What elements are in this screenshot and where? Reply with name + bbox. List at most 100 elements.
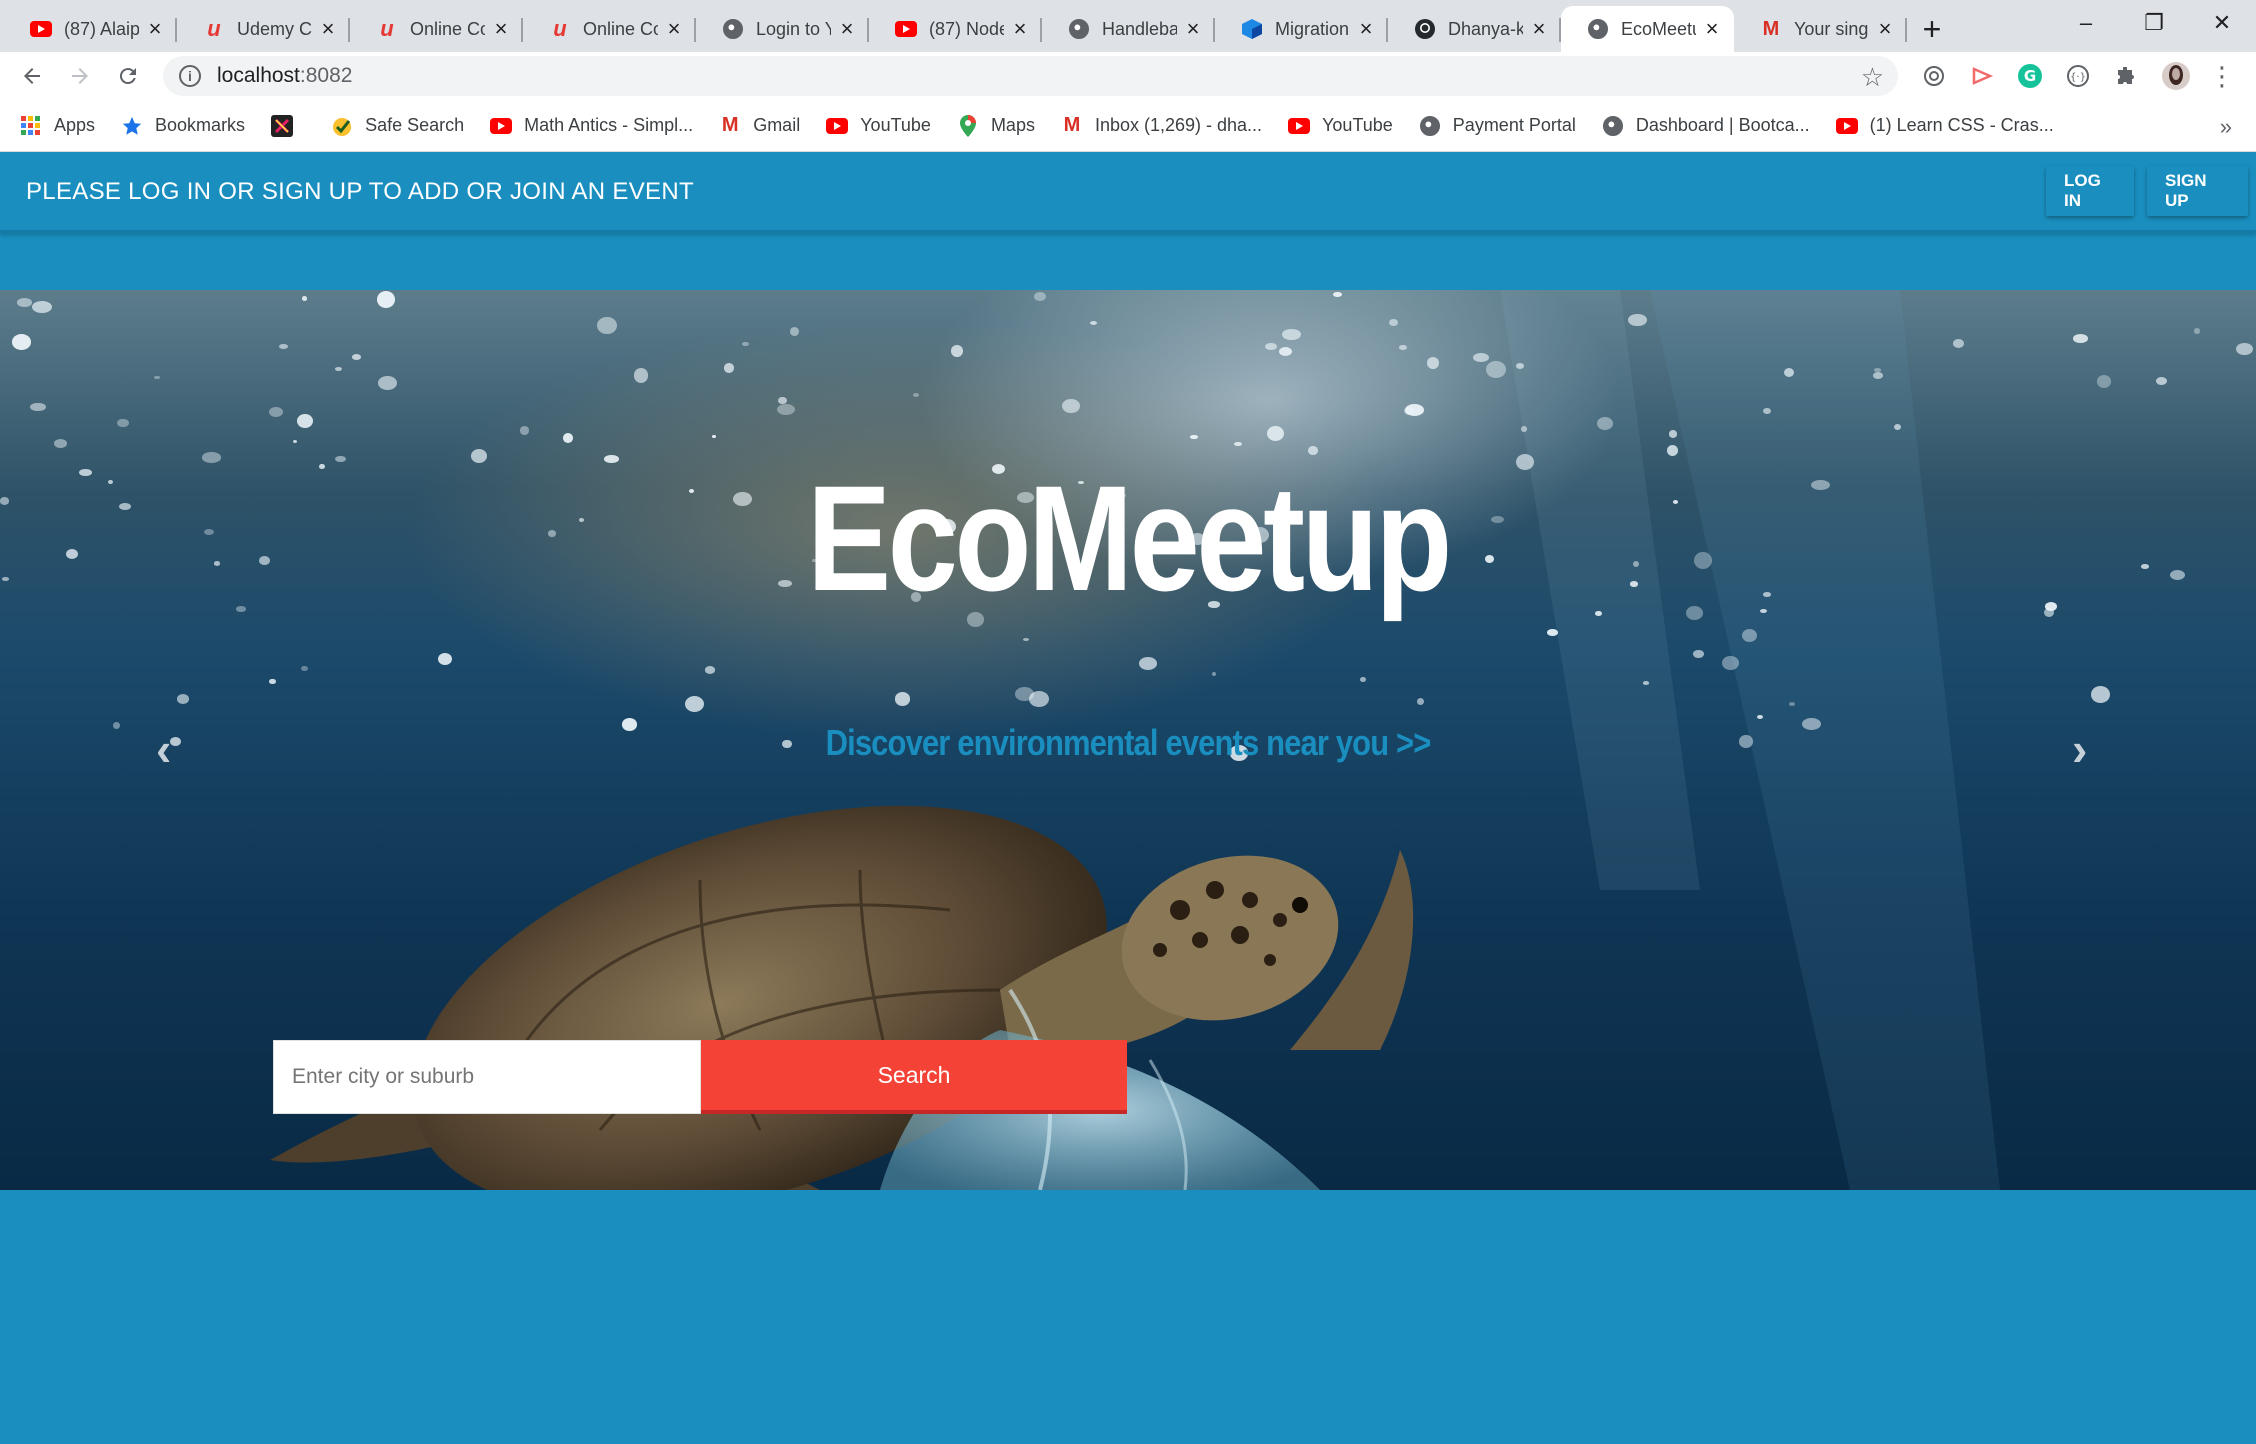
bubble bbox=[1953, 339, 1965, 348]
carousel-prev-icon[interactable]: ‹ bbox=[156, 722, 171, 776]
tab-close-icon[interactable]: × bbox=[145, 16, 165, 42]
bookmark-item[interactable]: (1) Learn CSS - Cras... bbox=[1835, 115, 2054, 137]
bookmark-item[interactable]: Dashboard | Bootca... bbox=[1602, 115, 1810, 137]
minimize-button[interactable]: – bbox=[2052, 0, 2120, 46]
bookmark-item[interactable]: Apps bbox=[20, 115, 95, 137]
browser-tab[interactable]: Handleba × bbox=[1042, 6, 1215, 52]
bookmark-item[interactable]: Math Antics - Simpl... bbox=[490, 115, 693, 137]
carousel-next-icon[interactable]: › bbox=[2072, 722, 2087, 776]
bookmark-label: Dashboard | Bootca... bbox=[1635, 115, 1810, 135]
new-tab-button[interactable]: + bbox=[1907, 6, 1957, 52]
bubble bbox=[704, 665, 716, 674]
globe-icon bbox=[1587, 18, 1609, 40]
extensions-puzzle-icon[interactable] bbox=[2110, 60, 2142, 92]
close-window-button[interactable]: ✕ bbox=[2188, 0, 2256, 46]
bubble bbox=[1399, 345, 1407, 350]
discover-events-link[interactable]: Discover environmental events near you >… bbox=[158, 722, 2098, 764]
back-button[interactable] bbox=[16, 60, 48, 92]
browser-tab[interactable]: Login to Y × bbox=[696, 6, 869, 52]
bubble bbox=[724, 363, 734, 373]
globe-icon bbox=[1602, 115, 1624, 137]
tab-close-icon[interactable]: × bbox=[1875, 16, 1895, 42]
address-bar[interactable]: i localhost:8082 ☆ bbox=[163, 56, 1898, 96]
globe-icon bbox=[1419, 115, 1441, 137]
profile-avatar-icon[interactable] bbox=[2160, 60, 2192, 92]
bookmark-item[interactable]: YouTube bbox=[826, 115, 931, 137]
udemy-icon: u bbox=[380, 16, 394, 41]
tab-close-icon[interactable]: × bbox=[491, 16, 511, 42]
tab-close-icon[interactable]: × bbox=[1702, 16, 1722, 42]
tab-title: Udemy Co bbox=[237, 18, 312, 39]
restore-button[interactable]: ❐ bbox=[2120, 0, 2188, 46]
bubble bbox=[1669, 430, 1677, 438]
tab-close-icon[interactable]: × bbox=[664, 16, 684, 42]
browser-tab[interactable]: (87) Alaip × bbox=[4, 6, 177, 52]
browser-tab-active[interactable]: EcoMeetu × bbox=[1561, 6, 1734, 52]
bookmark-item[interactable]: Safe Search bbox=[331, 115, 464, 137]
browser-tab[interactable]: M Your sing × bbox=[1734, 6, 1907, 52]
bubble bbox=[2, 577, 9, 581]
city-search-input[interactable] bbox=[273, 1040, 701, 1114]
bookmark-item[interactable]: Maps bbox=[957, 114, 1035, 137]
github-icon bbox=[1414, 18, 1436, 40]
bubble bbox=[1741, 628, 1757, 642]
bubble bbox=[1139, 657, 1158, 670]
bookmark-star-icon[interactable]: ☆ bbox=[1861, 62, 1884, 93]
login-button[interactable]: LOG IN bbox=[2046, 166, 2134, 216]
search-button[interactable]: Search bbox=[701, 1040, 1127, 1114]
bubble bbox=[2090, 685, 2111, 703]
bookmark-item[interactable]: Payment Portal bbox=[1419, 115, 1576, 137]
bookmark-item[interactable]: YouTube bbox=[1288, 115, 1393, 137]
login-prompt-message: PLEASE LOG IN OR SIGN UP TO ADD OR JOIN … bbox=[26, 178, 694, 205]
site-info-icon[interactable]: i bbox=[179, 65, 201, 87]
browser-tab[interactable]: u Online Co × bbox=[523, 6, 696, 52]
bubble bbox=[519, 426, 530, 435]
extension-cast-icon[interactable] bbox=[1918, 60, 1950, 92]
bubble bbox=[1427, 357, 1440, 369]
tab-close-icon[interactable]: × bbox=[1183, 16, 1203, 42]
bookmark-item[interactable]: M Inbox (1,269) - dha... bbox=[1061, 114, 1263, 137]
bookmark-item[interactable]: M Gmail bbox=[719, 114, 800, 137]
tab-title: Migration bbox=[1275, 18, 1350, 39]
bubble bbox=[1282, 329, 1301, 340]
bubble bbox=[1404, 407, 1415, 415]
forward-button[interactable] bbox=[64, 60, 96, 92]
bookmark-item[interactable] bbox=[271, 114, 305, 137]
bookmark-item[interactable]: Bookmarks bbox=[121, 115, 245, 137]
bubble bbox=[778, 396, 787, 404]
tab-close-icon[interactable]: × bbox=[1356, 16, 1376, 42]
browser-tab[interactable]: u Online Co × bbox=[350, 6, 523, 52]
browser-tab[interactable]: Dhanya-k × bbox=[1388, 6, 1561, 52]
extension-screencast-icon[interactable] bbox=[1966, 60, 1998, 92]
bookmarks-overflow-icon[interactable]: » bbox=[2220, 114, 2232, 140]
bubble bbox=[2193, 328, 2201, 334]
back-arrow-icon bbox=[24, 68, 40, 84]
bubble bbox=[742, 341, 749, 347]
browser-tab-strip: (87) Alaip × u Udemy Co × u Online Co × u Online … bbox=[0, 0, 2256, 52]
top-navbar: PLEASE LOG IN OR SIGN UP TO ADD OR JOIN … bbox=[0, 152, 2256, 234]
grammarly-icon[interactable]: G bbox=[2014, 60, 2046, 92]
browser-tab[interactable]: Migration × bbox=[1215, 6, 1388, 52]
browser-menu-icon[interactable]: ⋮ bbox=[2206, 60, 2238, 92]
youtube-icon bbox=[1288, 115, 1311, 137]
bubble bbox=[79, 468, 92, 477]
bubble bbox=[1266, 425, 1284, 442]
reload-button[interactable] bbox=[112, 60, 144, 92]
reload-icon bbox=[119, 68, 136, 85]
tab-close-icon[interactable]: × bbox=[318, 16, 338, 42]
browser-tab[interactable]: (87) Node × bbox=[869, 6, 1042, 52]
bubble bbox=[334, 367, 342, 372]
browser-tab[interactable]: u Udemy Co × bbox=[177, 6, 350, 52]
tab-close-icon[interactable]: × bbox=[1529, 16, 1549, 42]
bubble bbox=[154, 375, 160, 380]
bubble bbox=[1061, 398, 1081, 414]
extension-code-icon[interactable]: {·} bbox=[2062, 60, 2094, 92]
tab-close-icon[interactable]: × bbox=[1010, 16, 1030, 42]
youtube-icon bbox=[826, 115, 849, 137]
signup-button[interactable]: SIGN UP bbox=[2147, 166, 2248, 216]
bookmark-label: Payment Portal bbox=[1452, 115, 1576, 135]
bubble bbox=[301, 665, 308, 672]
bookmark-label: Inbox (1,269) - dha... bbox=[1094, 115, 1263, 135]
tab-close-icon[interactable]: × bbox=[837, 16, 857, 42]
tab-title: Online Co bbox=[410, 18, 485, 39]
